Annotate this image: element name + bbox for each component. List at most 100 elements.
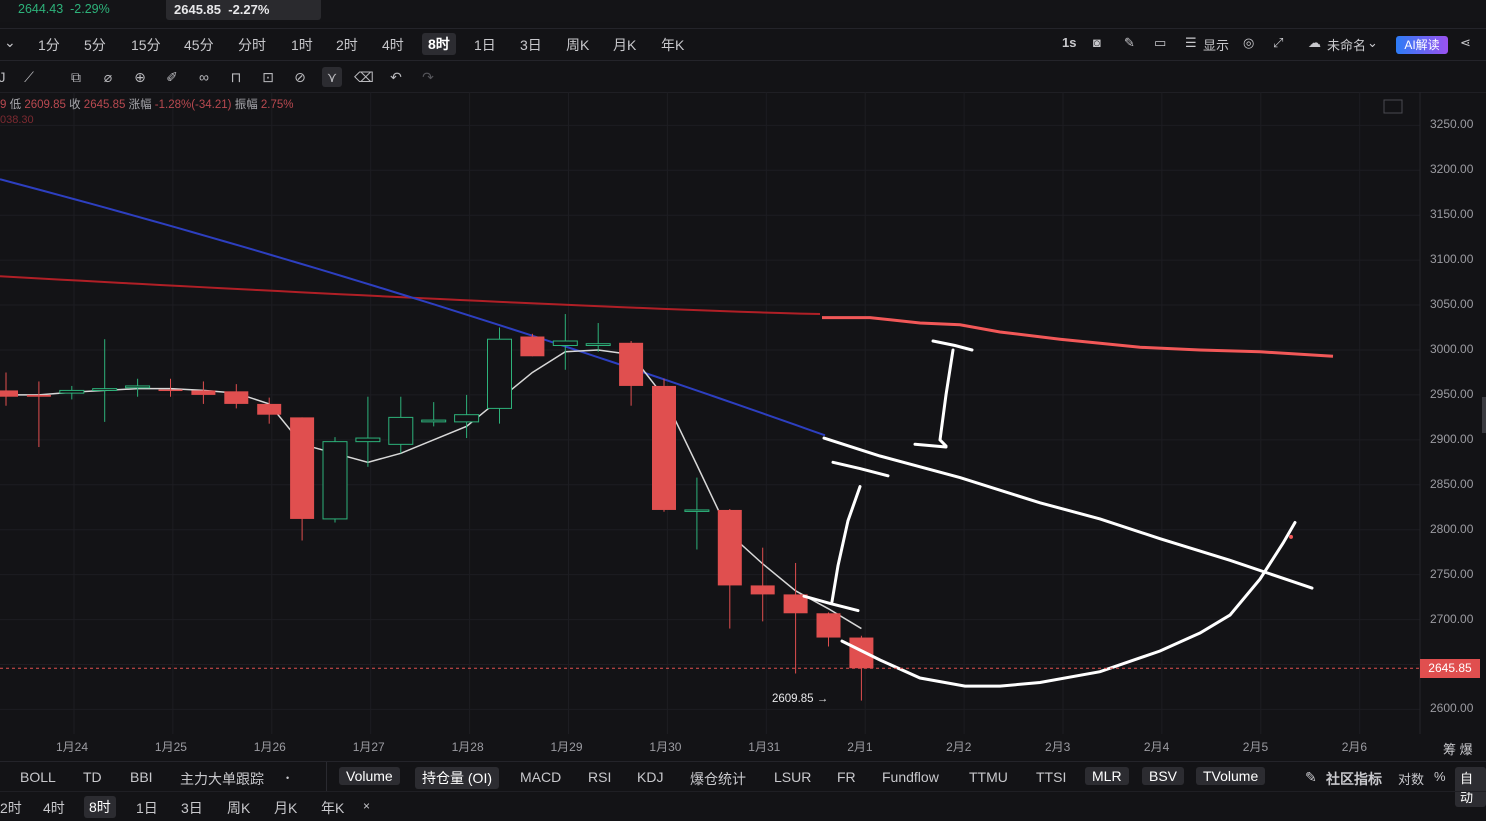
hide-tool-icon[interactable]: ⊡ (258, 67, 278, 87)
community-indicators[interactable]: 社区指标 (1326, 769, 1382, 789)
btf-2h[interactable]: 2时 (0, 798, 22, 818)
indicator-bar: BOLL TD BBI 主力大单跟踪 • Volume 持仓量 (OI) MACD R… (0, 761, 1486, 807)
tf-15m[interactable]: 15分 (131, 35, 161, 55)
ind-boll[interactable]: BOLL (20, 769, 56, 785)
sub-ind-bsv[interactable]: BSV (1142, 767, 1185, 785)
btf-3d[interactable]: 3日 (181, 798, 203, 818)
drawing-bracket-vertical (938, 348, 955, 448)
tf-5m[interactable]: 5分 (84, 35, 106, 55)
interval-button[interactable]: 1s (1062, 35, 1076, 50)
candle-body (520, 336, 545, 357)
settings-icon[interactable]: ◎ (1243, 35, 1254, 51)
ma-fast-line (6, 349, 862, 630)
y-tick-label: 2600.00 (1430, 701, 1474, 716)
sub-ind-fundflow[interactable]: Fundflow (882, 769, 939, 785)
fullscreen-icon[interactable]: ⤢ (1273, 35, 1283, 51)
list-icon[interactable]: ☰ (1185, 35, 1197, 51)
tool-partial-icon[interactable]: J (0, 67, 12, 87)
comment-icon[interactable]: ▭ (1154, 35, 1166, 51)
sub-ind-ttsi[interactable]: TTSI (1036, 769, 1066, 785)
trash-icon[interactable]: ⌫ (354, 67, 374, 87)
close-icon[interactable]: × (363, 799, 370, 813)
candle-body (125, 385, 151, 389)
btf-year[interactable]: 年K (321, 798, 344, 818)
ai-explain-button[interactable]: AI解读 (1396, 36, 1448, 54)
magnet-tool-icon[interactable]: ⊘ (290, 67, 310, 87)
tf-year[interactable]: 年K (661, 35, 684, 55)
sub-ind-ttmu[interactable]: TTMU (969, 769, 1008, 785)
chevron-down-icon[interactable]: ⌄ (4, 34, 16, 51)
btf-1d[interactable]: 1日 (136, 798, 158, 818)
layout-name[interactable]: 未命名 (1327, 35, 1366, 54)
candle-body (355, 437, 381, 443)
lock-icon[interactable]: ⊓ (226, 67, 246, 87)
user-drawings (802, 316, 1334, 688)
ind-main-order[interactable]: 主力大单跟踪 (180, 769, 264, 789)
log-scale-toggle[interactable]: 对数 (1398, 769, 1424, 788)
sub-ind-mlr[interactable]: MLR (1085, 767, 1129, 785)
copy-tool-icon[interactable]: ⧉ (66, 67, 86, 87)
zoom-tool-icon[interactable]: ⊕ (130, 67, 150, 87)
y-tick-label: 3250.00 (1430, 117, 1474, 132)
candle-body (322, 441, 348, 520)
sub-ind-lsur[interactable]: LSUR (774, 769, 811, 785)
tf-timeshare[interactable]: 分时 (238, 35, 266, 55)
sub-ind-macd[interactable]: MACD (520, 769, 561, 785)
btf-4h[interactable]: 4时 (43, 798, 65, 818)
price-chart[interactable] (0, 92, 1486, 734)
ticker-price-secondary[interactable]: 2645.85 -2.27% (174, 2, 269, 17)
drawing-trend-line (822, 436, 1314, 590)
display-button[interactable]: 显示 (1203, 35, 1229, 54)
pen-icon[interactable]: ✎ (1124, 35, 1135, 51)
tf-2h[interactable]: 2时 (336, 35, 358, 55)
candle-body (290, 417, 315, 519)
chart-grid (0, 92, 1420, 734)
btf-month[interactable]: 月K (274, 798, 297, 818)
brush-tool-icon[interactable]: ✐ (162, 67, 182, 87)
ma-mid-line (0, 178, 826, 437)
tf-1h[interactable]: 1时 (291, 35, 313, 55)
tf-1m[interactable]: 1分 (38, 35, 60, 55)
sub-ind-rsi[interactable]: RSI (588, 769, 611, 785)
x-tick-label: 1月27 (352, 740, 385, 754)
cloud-icon[interactable]: ☁ (1308, 35, 1321, 51)
btf-week[interactable]: 周K (227, 798, 250, 818)
layout-chevron-icon[interactable]: ⌄ (1367, 35, 1378, 51)
drawing-tick (831, 460, 890, 478)
tf-8h[interactable]: 8时 (422, 33, 456, 55)
ind-td[interactable]: TD (83, 769, 102, 785)
btf-8h[interactable]: 8时 (84, 796, 116, 818)
filter-tool-icon[interactable]: ⋎ (322, 67, 342, 87)
tf-45m[interactable]: 45分 (184, 35, 214, 55)
sub-ind-fr[interactable]: FR (837, 769, 856, 785)
sub-ind-tvolume[interactable]: TVolume (1196, 767, 1266, 785)
sub-ind--[interactable]: 爆仓统计 (690, 769, 746, 789)
trendline-tool-icon[interactable]: ⟋ (19, 67, 39, 87)
tf-week[interactable]: 周K (566, 35, 589, 55)
share-icon[interactable]: ⋖ (1460, 35, 1471, 51)
y-tick-label: 3150.00 (1430, 207, 1474, 222)
sub-ind--oi-[interactable]: 持仓量 (OI) (415, 767, 499, 789)
redo-icon[interactable]: ↷ (418, 67, 438, 87)
edit-icon[interactable]: ✎ (1305, 769, 1317, 786)
y-tick-label: 2700.00 (1430, 611, 1474, 626)
sub-ind-volume[interactable]: Volume (339, 767, 400, 785)
percent-toggle[interactable]: % (1434, 769, 1446, 784)
undo-icon[interactable]: ↶ (386, 67, 406, 87)
tf-3d[interactable]: 3日 (520, 35, 542, 55)
tf-1d[interactable]: 1日 (474, 35, 496, 55)
ruler-tool-icon[interactable]: ⌀ (98, 67, 118, 87)
axis-tools[interactable]: 筹 爆 (1443, 739, 1473, 758)
y-tick-label: 3100.00 (1430, 252, 1474, 267)
candle-body (388, 416, 414, 445)
camera-icon[interactable]: ◙ (1093, 35, 1101, 50)
drawing-bracket-base (913, 442, 948, 449)
drawing-toolbar: J ⟋ ⧉ ⌀ ⊕ ✐ ∞ ⊓ ⊡ ⊘ ⋎ ⌫ ↶ ↷ (0, 61, 1486, 93)
pattern-tool-icon[interactable]: ∞ (194, 67, 214, 87)
x-tick-label: 1月29 (550, 740, 583, 754)
tf-4h[interactable]: 4时 (382, 35, 404, 55)
sub-ind-kdj[interactable]: KDJ (637, 769, 663, 785)
x-tick-label: 2月5 (1242, 740, 1269, 754)
ind-bbi[interactable]: BBI (130, 769, 153, 785)
tf-month[interactable]: 月K (613, 35, 636, 55)
